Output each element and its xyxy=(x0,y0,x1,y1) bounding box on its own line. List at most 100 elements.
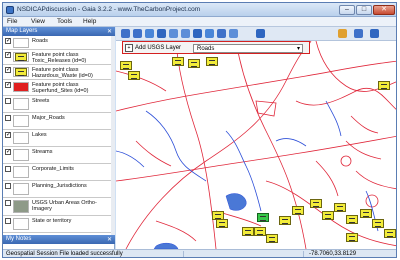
layer-row-superfund-sites[interactable]: ✓ Feature point class Superfund_Sites (i… xyxy=(3,80,114,96)
ortho-imagery-thumbnail xyxy=(13,200,29,213)
toxic-release-marker[interactable] xyxy=(292,206,304,215)
menu-help[interactable]: Help xyxy=(83,18,96,25)
layer-checkbox[interactable] xyxy=(5,115,11,121)
pencil-icon[interactable] xyxy=(338,29,347,38)
layer-list-scrollbar[interactable] xyxy=(111,36,115,235)
layer-row-hazardous-waste[interactable]: ✓ Feature point class Hazardous_Waste (i… xyxy=(3,65,114,80)
back-icon[interactable] xyxy=(169,29,178,38)
layer-checkbox[interactable] xyxy=(5,183,11,189)
layer-checkbox[interactable] xyxy=(5,98,11,104)
map-layers-header: Map Layers ✕ xyxy=(3,27,115,36)
layer-label: Major_Roads xyxy=(32,115,65,121)
refresh-icon[interactable] xyxy=(193,29,202,38)
close-button[interactable]: ✕ xyxy=(373,5,395,15)
layer-label: Feature point class Hazardous_Waste (id=… xyxy=(32,67,93,80)
layer-symbol xyxy=(13,98,29,110)
layer-symbol xyxy=(13,115,29,127)
toxic-release-marker[interactable] xyxy=(254,227,266,236)
superfund-site-marker[interactable] xyxy=(257,213,269,222)
minimize-button[interactable]: – xyxy=(339,5,355,15)
layer-row-streets[interactable]: Streets xyxy=(3,96,114,113)
layer-symbol xyxy=(13,183,29,195)
toxic-release-marker[interactable] xyxy=(384,229,396,238)
toxic-release-marker[interactable] xyxy=(172,57,184,66)
my-notes-header[interactable]: My Notes ✕ xyxy=(3,235,115,244)
toxic-release-marker[interactable] xyxy=(242,227,254,236)
layer-checkbox[interactable]: ✓ xyxy=(5,149,11,155)
layer-symbol xyxy=(13,67,29,77)
layer-checkbox[interactable] xyxy=(5,166,11,172)
zoom-out-icon[interactable] xyxy=(133,29,142,38)
my-notes-close-icon[interactable]: ✕ xyxy=(107,236,112,243)
toxic-release-marker[interactable] xyxy=(128,71,140,80)
layer-row-corporate-limits[interactable]: Corporate_Limits xyxy=(3,164,114,181)
full-extent-icon[interactable] xyxy=(205,29,214,38)
cursor-coordinates: -78.7060,33.8129 xyxy=(309,251,357,257)
window-title: NSDICAPdiscussion - Gaia 3.2.2 - www.The… xyxy=(17,6,201,13)
layer-label: Feature point class Toxic_Releases (id=0… xyxy=(32,52,87,65)
menu-view[interactable]: View xyxy=(31,18,45,25)
layer-checkbox[interactable] xyxy=(5,200,11,206)
layer-row-urban-areas[interactable]: USGS Urban Areas Ortho-Imagery xyxy=(3,198,114,216)
map-layers-title: Map Layers xyxy=(6,28,38,34)
layer-row-major-roads[interactable]: Major_Roads xyxy=(3,113,114,130)
layer-symbol xyxy=(13,149,29,161)
my-notes-label: My Notes xyxy=(6,236,32,242)
toxic-release-marker[interactable] xyxy=(346,215,358,224)
pan-icon[interactable] xyxy=(157,29,166,38)
toxic-release-marker[interactable] xyxy=(372,219,384,228)
layer-checkbox[interactable] xyxy=(5,218,11,224)
menu-bar: File View Tools Help xyxy=(3,17,396,27)
toxic-release-marker[interactable] xyxy=(120,61,132,70)
layer-checkbox[interactable]: ✓ xyxy=(5,38,11,44)
layer-row-toxic-releases[interactable]: ✓ Feature point class Toxic_Releases (id… xyxy=(3,50,114,65)
toxic-release-marker[interactable] xyxy=(216,219,228,228)
toxic-release-marker[interactable] xyxy=(346,233,358,242)
zoom-in-icon[interactable] xyxy=(121,29,130,38)
layer-label: Planning_Jurisdictions xyxy=(32,183,87,189)
usgs-layer-selected-value: Roads xyxy=(197,46,215,52)
toxic-release-marker[interactable] xyxy=(310,199,322,208)
hazardous-waste-marker-icon xyxy=(15,68,27,76)
menu-file[interactable]: File xyxy=(7,18,17,25)
map-layers-panel: Map Layers ✕ ✓ Roads ✓ Feature point cla… xyxy=(3,27,115,249)
toxic-release-marker[interactable] xyxy=(279,216,291,225)
maximize-button[interactable]: □ xyxy=(356,5,372,15)
layer-checkbox[interactable]: ✓ xyxy=(5,67,11,73)
forward-icon[interactable] xyxy=(181,29,190,38)
measure-icon[interactable] xyxy=(354,29,363,38)
layer-row-state[interactable]: State or territory xyxy=(3,216,114,233)
layer-label: Lakes xyxy=(32,132,47,138)
toxic-release-marker[interactable] xyxy=(322,211,334,220)
toxic-release-marker[interactable] xyxy=(378,81,390,90)
panel-close-icon[interactable]: ✕ xyxy=(107,28,112,35)
layer-row-streams[interactable]: ✓ Streams xyxy=(3,147,114,164)
add-usgs-layer-bar: + Add USGS Layer Roads ▾ xyxy=(122,41,310,54)
add-layer-icon[interactable]: + xyxy=(125,44,133,52)
layer-label: Feature point class Superfund_Sites (id=… xyxy=(32,82,89,95)
layer-row-roads[interactable]: ✓ Roads xyxy=(3,36,114,50)
select-icon[interactable] xyxy=(217,29,226,38)
zoom-box-icon[interactable] xyxy=(145,29,154,38)
layer-row-planning-jurisdictions[interactable]: Planning_Jurisdictions xyxy=(3,181,114,198)
layer-checkbox[interactable]: ✓ xyxy=(5,82,11,88)
layers-icon[interactable] xyxy=(229,29,238,38)
layer-checkbox[interactable]: ✓ xyxy=(5,132,11,138)
toxic-release-marker[interactable] xyxy=(188,59,200,68)
toxic-release-marker[interactable] xyxy=(206,57,218,66)
info-icon[interactable] xyxy=(256,29,265,38)
layer-label: State or territory xyxy=(32,218,72,224)
toxic-release-marker[interactable] xyxy=(266,234,278,243)
menu-tools[interactable]: Tools xyxy=(57,18,72,25)
status-message: Geospatial Session File loaded successfu… xyxy=(6,251,123,257)
layer-checkbox[interactable]: ✓ xyxy=(5,52,11,58)
toxic-release-marker[interactable] xyxy=(334,203,346,212)
toxic-release-marker[interactable] xyxy=(360,209,372,218)
map-canvas[interactable] xyxy=(116,41,396,249)
map-toolbar xyxy=(116,27,396,41)
save-icon[interactable] xyxy=(370,29,379,38)
lakes-layer xyxy=(153,193,247,249)
layer-row-lakes[interactable]: ✓ Lakes xyxy=(3,130,114,147)
usgs-layer-dropdown[interactable]: Roads ▾ xyxy=(193,44,303,53)
toxic-release-marker-icon xyxy=(15,53,27,61)
